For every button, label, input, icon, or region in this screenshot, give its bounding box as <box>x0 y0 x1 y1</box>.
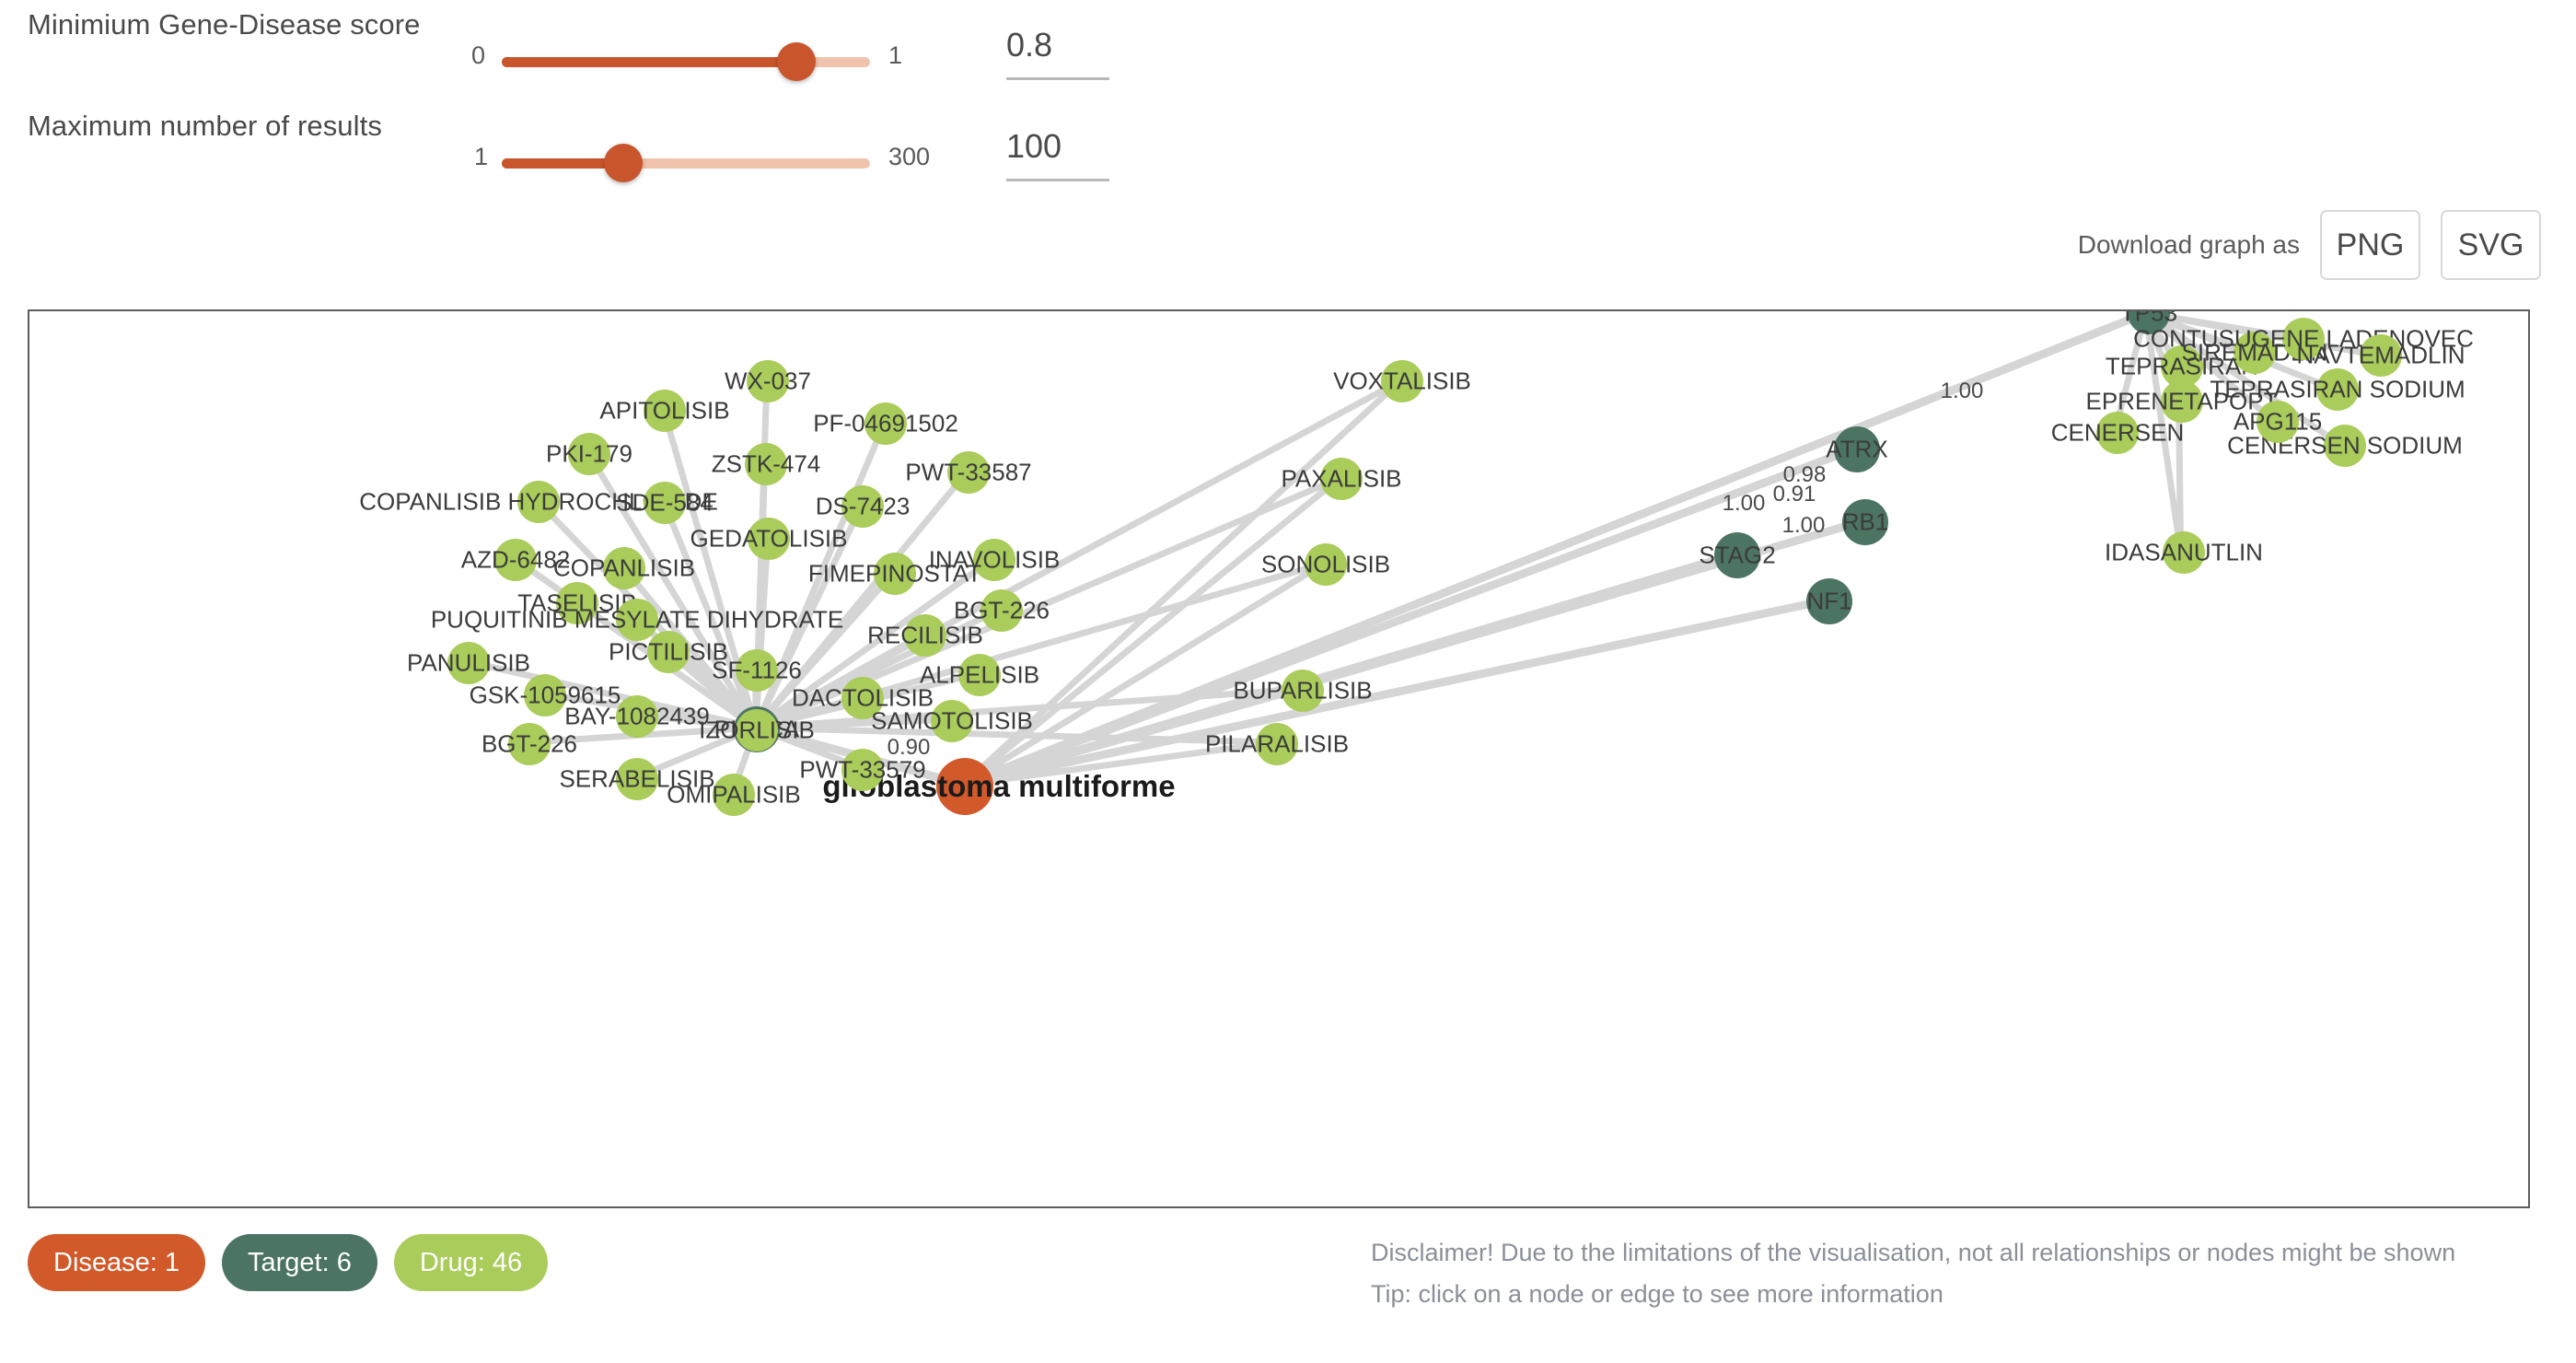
legend-chip-disease[interactable]: Disease: 1 <box>28 1234 206 1291</box>
download-label: Download graph as <box>2077 230 2300 259</box>
graph-node-buparlisib[interactable] <box>1282 670 1324 712</box>
graph-node-gbm[interactable] <box>936 758 993 815</box>
graph-node-contusugene[interactable] <box>2282 318 2325 360</box>
tip-text: Tip: click on a node or edge to see more… <box>1371 1280 1944 1308</box>
legend: Disease: 1 Target: 6 Drug: 46 <box>28 1234 549 1291</box>
graph-node-idasanutlin[interactable] <box>2163 531 2205 574</box>
graph-node-ds7423[interactable] <box>841 485 884 528</box>
graph-node-copanlisib[interactable] <box>603 547 645 589</box>
graph-canvas[interactable]: glioblastoma multiformePIK3CATP53ATRXRB1… <box>28 309 2530 1208</box>
graph-node-sde584[interactable] <box>644 482 686 524</box>
graph-node-wx037[interactable] <box>747 360 789 402</box>
download-png-button[interactable]: PNG <box>2320 210 2420 280</box>
graph-node-bay1082439[interactable] <box>616 695 658 738</box>
graph-node-izorlisib[interactable] <box>736 709 778 751</box>
graph-node-pki179[interactable] <box>568 433 610 475</box>
slider-thumb-max-results[interactable] <box>604 144 643 182</box>
slider-fill-gene-disease-score <box>502 57 796 67</box>
graph-edge[interactable] <box>959 311 2151 789</box>
graph-node-rb1[interactable] <box>1842 499 1888 545</box>
graph-node-copanhcl[interactable] <box>517 481 560 523</box>
graph-node-siremadlin[interactable] <box>2234 332 2276 374</box>
legend-chip-target[interactable]: Target: 6 <box>222 1234 377 1291</box>
graph-node-cenersen[interactable] <box>2096 412 2139 454</box>
graph-node-bgt226b[interactable] <box>508 723 551 765</box>
graph-node-gsk1059615[interactable] <box>524 674 566 716</box>
graph-node-pf04691502[interactable] <box>864 402 907 445</box>
graph-node-azd6482[interactable] <box>494 539 537 581</box>
graph-node-bgt226a[interactable] <box>981 589 1023 632</box>
graph-node-alpelisib[interactable] <box>958 654 1001 696</box>
graph-node-eprenetapopt[interactable] <box>2161 380 2203 423</box>
graph-node-fimepinostat[interactable] <box>874 553 916 595</box>
graph-node-zstk474[interactable] <box>745 443 787 485</box>
graph-node-taselisib[interactable] <box>556 582 598 624</box>
graph-node-navtemadlin[interactable] <box>2360 334 2402 377</box>
slider-label-max-results: Maximum number of results <box>28 110 382 142</box>
graph-node-nf1[interactable] <box>1806 578 1852 624</box>
graph-node-pictilisib[interactable] <box>647 631 690 673</box>
graph-node-cenersensod[interactable] <box>2324 425 2366 467</box>
slider-value-gene-disease-score[interactable]: 0.8 <box>1006 26 1109 80</box>
download-svg-button[interactable]: SVG <box>2441 210 2541 280</box>
slider-row-gene-disease-score: Minimium Gene-Disease score 0 1 0.8 <box>0 0 2576 87</box>
slider-min-label-max-results: 1 <box>474 143 489 170</box>
slider-min-label-gene-disease-score: 0 <box>471 41 486 69</box>
graph-node-pilaralisib[interactable] <box>1256 723 1298 765</box>
graph-node-panulisib[interactable] <box>447 642 490 684</box>
graph-node-pwt33587[interactable] <box>947 451 990 494</box>
legend-chip-drug[interactable]: Drug: 46 <box>393 1234 549 1291</box>
graph-node-samotolisib[interactable] <box>931 700 973 742</box>
slider-thumb-gene-disease-score[interactable] <box>777 42 816 81</box>
graph-edge[interactable] <box>2176 398 2185 555</box>
graph-node-puquitinib[interactable] <box>616 599 658 641</box>
slider-row-max-results: Maximum number of results 1 300 100 <box>0 101 2576 189</box>
footer-notes: Disclaimer! Due to the limitations of th… <box>1371 1232 2455 1315</box>
graph-node-teprasiransod[interactable] <box>2316 368 2359 411</box>
graph-node-stag2[interactable] <box>1714 532 1760 578</box>
slider-track-max-results[interactable] <box>502 158 870 169</box>
graph-node-gedatolisib[interactable] <box>748 518 790 560</box>
graph-node-pwt33579[interactable] <box>841 749 884 791</box>
graph-node-inavolisib[interactable] <box>973 539 1015 581</box>
graph-node-recilisib[interactable] <box>904 614 946 657</box>
controls-panel: Minimium Gene-Disease score 0 1 0.8 Maxi… <box>0 0 2576 203</box>
disclaimer-text: Disclaimer! Due to the limitations of th… <box>1371 1239 2456 1266</box>
graph-node-apg115[interactable] <box>2257 401 2299 443</box>
download-bar: Download graph as PNG SVG <box>2078 210 2541 280</box>
slider-max-label-max-results: 300 <box>888 143 931 170</box>
graph-node-sf1126[interactable] <box>736 649 778 692</box>
slider-value-max-results[interactable]: 100 <box>1006 127 1109 181</box>
graph-node-omipalisib[interactable] <box>713 774 755 816</box>
graph-node-sonolisib[interactable] <box>1305 543 1347 586</box>
graph-node-voxtalisib[interactable] <box>1381 360 1423 402</box>
graph-node-dactolisib[interactable] <box>841 677 884 719</box>
graph-node-serabelisib[interactable] <box>616 758 658 800</box>
graph-node-paxalisib[interactable] <box>1320 458 1363 500</box>
graph-node-atrx[interactable] <box>1834 426 1880 472</box>
graph-node-apitolisib[interactable] <box>644 390 686 432</box>
slider-max-label-gene-disease-score: 1 <box>888 41 903 69</box>
slider-label-gene-disease-score: Minimium Gene-Disease score <box>28 8 421 41</box>
